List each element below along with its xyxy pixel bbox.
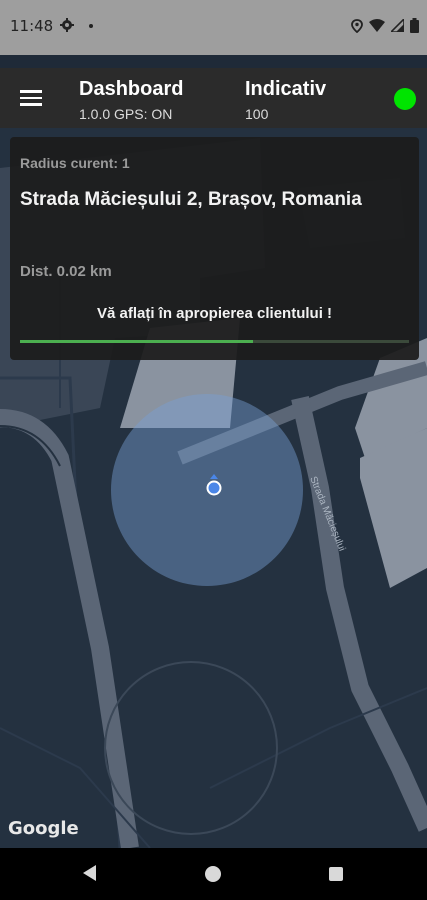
- google-logo: Google: [8, 818, 79, 839]
- current-radius-text: Radius curent: 1: [20, 155, 130, 171]
- page-title: Dashboard: [79, 78, 184, 100]
- location-marker-icon: [206, 474, 222, 496]
- gear-icon: [60, 18, 74, 32]
- online-status-indicator: [394, 88, 416, 110]
- status-time: 11:48: [10, 17, 54, 35]
- version-gps-status: 1.0.0 GPS: ON: [79, 106, 173, 122]
- recents-icon[interactable]: [329, 867, 343, 881]
- proximity-progress-bar: [20, 340, 409, 343]
- back-icon[interactable]: [83, 865, 97, 881]
- app-bar: Dashboard 1.0.0 GPS: ON Indicativ 100: [0, 68, 427, 128]
- proximity-message: Vă aflați în apropierea clientului !: [96, 305, 333, 322]
- indicativ-label: Indicativ: [245, 78, 327, 100]
- client-info-card: Radius curent: 1 Strada Măcieșului 2, Br…: [10, 137, 419, 360]
- progress-fill: [20, 340, 254, 343]
- battery-icon: [410, 18, 419, 33]
- menu-icon[interactable]: [20, 90, 42, 106]
- status-icons: [351, 18, 419, 33]
- status-bar: 11:48: [0, 0, 427, 55]
- indicativ-value: 100: [245, 106, 269, 122]
- location-icon: [351, 18, 363, 33]
- signal-icon: [391, 19, 404, 32]
- notification-dot-icon: [89, 24, 93, 28]
- client-address: Strada Măcieșului 2, Brașov, Romania: [20, 189, 362, 210]
- system-nav-bar: [0, 848, 427, 900]
- home-icon[interactable]: [205, 866, 221, 882]
- distance-text: Dist. 0.02 km: [20, 263, 112, 280]
- wifi-icon: [369, 19, 385, 32]
